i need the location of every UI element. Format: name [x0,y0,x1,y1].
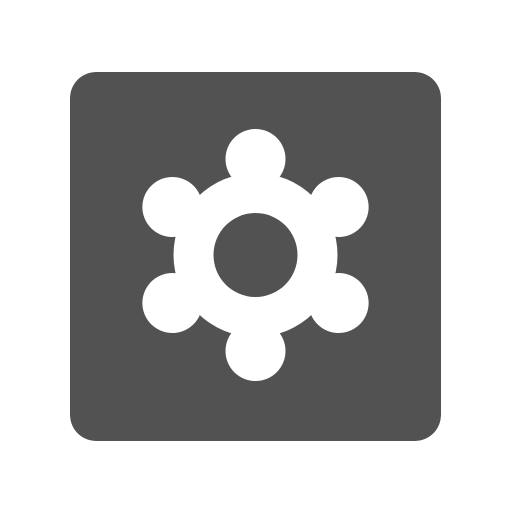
settings-gear-icon [70,72,441,441]
gear-center-hole [213,213,298,297]
icon-canvas [0,0,512,512]
settings-app-tile[interactable] [70,72,441,441]
